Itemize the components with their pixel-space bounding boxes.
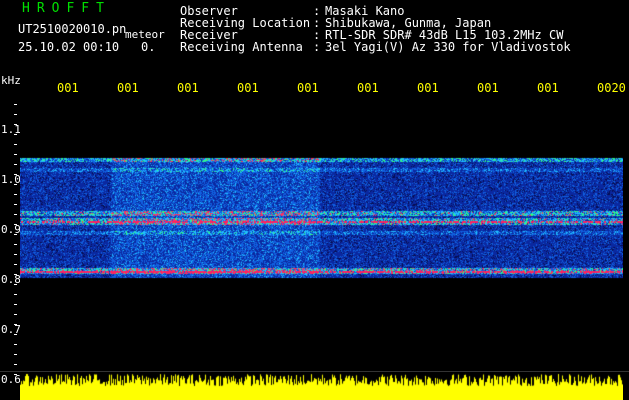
spectrogram bbox=[20, 96, 623, 371]
y-tick-mark bbox=[14, 134, 17, 135]
info-separator: : bbox=[313, 40, 321, 54]
y-tick-mark bbox=[14, 274, 17, 275]
y-tick-mark bbox=[14, 164, 17, 165]
y-tick-label: 0.7 bbox=[1, 323, 21, 336]
y-tick-mark bbox=[14, 354, 17, 355]
y-tick-mark bbox=[14, 264, 17, 265]
info-value: 3el Yagi(V) Az 330 for Vladivostok bbox=[325, 40, 571, 54]
x-tick-label: 001 bbox=[57, 81, 79, 95]
y-tick-label: 0.6 bbox=[1, 373, 21, 386]
x-tick-label: 001 bbox=[537, 81, 559, 95]
x-tick-label: 001 bbox=[237, 81, 259, 95]
y-tick-mark bbox=[14, 234, 17, 235]
brand-title: HROFFT bbox=[22, 1, 111, 16]
amplitude-plot bbox=[20, 372, 623, 400]
y-tick-mark bbox=[14, 144, 17, 145]
x-tick-label: 001 bbox=[297, 81, 319, 95]
y-tick-mark bbox=[14, 124, 17, 125]
y-tick-mark bbox=[14, 214, 17, 215]
y-tick-mark bbox=[14, 334, 17, 335]
y-tick-mark bbox=[14, 154, 17, 155]
y-tick-mark bbox=[14, 204, 17, 205]
y-tick-mark bbox=[14, 114, 17, 115]
y-tick-mark bbox=[14, 254, 17, 255]
y-tick-label: 1.0 bbox=[1, 173, 21, 186]
y-tick-mark bbox=[14, 184, 17, 185]
y-tick-mark bbox=[14, 304, 17, 305]
y-tick-label: 0.8 bbox=[1, 273, 21, 286]
y-tick-mark bbox=[14, 344, 17, 345]
y-tick-mark bbox=[14, 194, 17, 195]
y-tick-label: 1.1 bbox=[1, 123, 21, 136]
y-tick-mark bbox=[14, 174, 17, 175]
file-name: UT2510020010.pn bbox=[18, 22, 127, 36]
y-tick-mark bbox=[14, 374, 17, 375]
y-tick-mark bbox=[14, 294, 17, 295]
y-axis-unit: kHz bbox=[1, 74, 21, 87]
y-tick-mark bbox=[14, 104, 17, 105]
y-tick-mark bbox=[14, 224, 17, 225]
y-tick-mark bbox=[14, 284, 17, 285]
y-tick-mark bbox=[14, 244, 17, 245]
info-label: Receiving Antenna bbox=[180, 40, 303, 54]
x-tick-label: 0020 bbox=[597, 81, 626, 95]
x-tick-label: 001 bbox=[117, 81, 139, 95]
y-tick-mark bbox=[14, 314, 17, 315]
timestamp: 25.10.02 00:10 bbox=[18, 40, 120, 54]
x-tick-label: 001 bbox=[177, 81, 199, 95]
x-tick-label: 001 bbox=[357, 81, 379, 95]
y-tick-mark bbox=[14, 324, 17, 325]
x-tick-label: 001 bbox=[477, 81, 499, 95]
y-tick-mark bbox=[14, 364, 17, 365]
detection-count: 0. bbox=[141, 40, 156, 54]
x-tick-label: 001 bbox=[417, 81, 439, 95]
y-tick-label: 0.9 bbox=[1, 223, 21, 236]
